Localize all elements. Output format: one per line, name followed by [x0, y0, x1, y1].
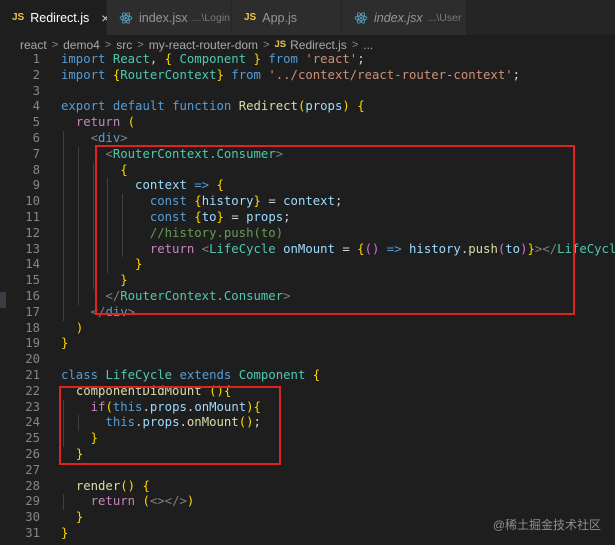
js-file-icon: JS — [274, 39, 287, 50]
chevron-right-icon: > — [137, 38, 144, 51]
code-text: return ( — [75, 115, 136, 130]
highlight-box-lifecycle — [59, 386, 281, 465]
tab-label: index.jsx — [374, 10, 423, 25]
code-text: import React, { Component } from 'react'… — [61, 52, 365, 66]
line-number: 19 — [25, 336, 40, 351]
code-line[interactable]: 5 return ( — [0, 115, 615, 131]
watermark: @稀土掘金技术社区 — [492, 518, 601, 532]
chevron-right-icon: > — [104, 38, 112, 51]
line-number: 4 — [32, 99, 40, 114]
line-number: 2 — [32, 67, 40, 82]
line-number: 5 — [32, 115, 40, 130]
editor-tab-bar: JS Redirect.js × index.jsx ...\Login JS App.js… — [0, 0, 615, 35]
js-file-icon: JS — [12, 12, 25, 23]
code-line[interactable]: 3 — [0, 84, 615, 100]
line-number: 3 — [32, 83, 40, 98]
code-line[interactable]: 4 export default function Redirect(props)… — [0, 99, 615, 115]
line-number: 14 — [25, 257, 40, 272]
line-number: 6 — [32, 130, 40, 145]
line-number: 22 — [25, 383, 40, 398]
line-number: 9 — [32, 178, 40, 193]
chevron-right-icon: > — [351, 38, 359, 51]
code-text: render() { — [75, 478, 150, 493]
line-number: 15 — [25, 273, 40, 288]
tab-label: App.js — [262, 10, 297, 25]
tab-redirect-js[interactable]: JS Redirect.js × — [0, 0, 109, 35]
js-file-icon: JS — [244, 12, 257, 23]
highlight-box-consumer — [95, 145, 575, 315]
code-line[interactable]: 21 class LifeCycle extends Component { — [0, 368, 615, 384]
chevron-right-icon: > — [51, 38, 59, 51]
line-number: 21 — [25, 367, 40, 382]
code-text: } — [61, 525, 69, 540]
breadcrumb-item[interactable]: react — [20, 38, 47, 52]
code-text: } — [61, 336, 69, 351]
code-text: class LifeCycle extends Component { — [61, 367, 321, 382]
code-text: } — [75, 510, 84, 525]
code-text: import {RouterContext} from '../context/… — [61, 67, 521, 82]
code-line[interactable]: 20 — [0, 352, 615, 368]
line-number: 30 — [25, 510, 40, 525]
chevron-right-icon: > — [263, 38, 270, 51]
tab-label: index.jsx — [139, 10, 188, 25]
tab-description: ...\Login — [192, 11, 231, 24]
tab-index-jsx[interactable]: index.jsx ...\User — [342, 0, 467, 35]
line-number: 17 — [25, 304, 40, 319]
code-line[interactable]: 28 render() { — [0, 479, 615, 495]
breadcrumb-item[interactable]: Redirect.js — [290, 38, 347, 52]
line-number: 11 — [25, 209, 40, 224]
line-number: 10 — [25, 194, 40, 209]
line-number: 1 — [32, 52, 40, 66]
line-number: 16 — [25, 288, 40, 303]
breadcrumb-item[interactable]: ... — [363, 38, 373, 52]
react-file-icon — [354, 11, 368, 25]
code-line[interactable]: 29 return (<></>) — [0, 494, 615, 511]
code-line[interactable]: 2 import {RouterContext} from '../context… — [0, 68, 615, 84]
line-number: 8 — [32, 162, 40, 177]
line-number: 26 — [25, 446, 40, 461]
line-number: 18 — [25, 320, 40, 335]
line-number: 25 — [25, 431, 40, 446]
code-text: ) — [75, 320, 84, 335]
scroll-marker — [0, 292, 6, 308]
code-text: return (<></>) — [90, 494, 195, 509]
line-number: 29 — [25, 494, 40, 509]
breadcrumb-item[interactable]: my-react-router-dom — [149, 38, 258, 52]
tab-label: Redirect.js — [30, 10, 90, 25]
line-number: 28 — [25, 478, 40, 493]
code-line[interactable]: 18 ) — [0, 321, 615, 337]
code-line[interactable]: 19} — [0, 336, 615, 352]
tab-index-jsx[interactable]: index.jsx ...\Login — [107, 0, 232, 35]
line-number: 27 — [25, 462, 40, 477]
react-file-icon — [119, 11, 133, 25]
line-number: 7 — [32, 146, 40, 161]
line-number: 20 — [25, 352, 40, 367]
breadcrumb-item[interactable]: demo4 — [63, 38, 100, 52]
code-line[interactable]: 1 import React, { Component } from 'react… — [0, 52, 615, 68]
code-line[interactable]: 27 — [0, 463, 615, 479]
code-text: export default function Redirect(props) … — [61, 99, 365, 114]
tab-description: ...\User — [427, 11, 462, 24]
tab-app-js[interactable]: JS App.js — [232, 0, 342, 35]
line-number: 13 — [25, 241, 40, 256]
line-number: 23 — [25, 399, 40, 414]
line-number: 31 — [25, 525, 40, 540]
line-number: 24 — [25, 415, 40, 430]
breadcrumb-item[interactable]: src — [116, 38, 132, 52]
line-number: 12 — [25, 225, 40, 240]
